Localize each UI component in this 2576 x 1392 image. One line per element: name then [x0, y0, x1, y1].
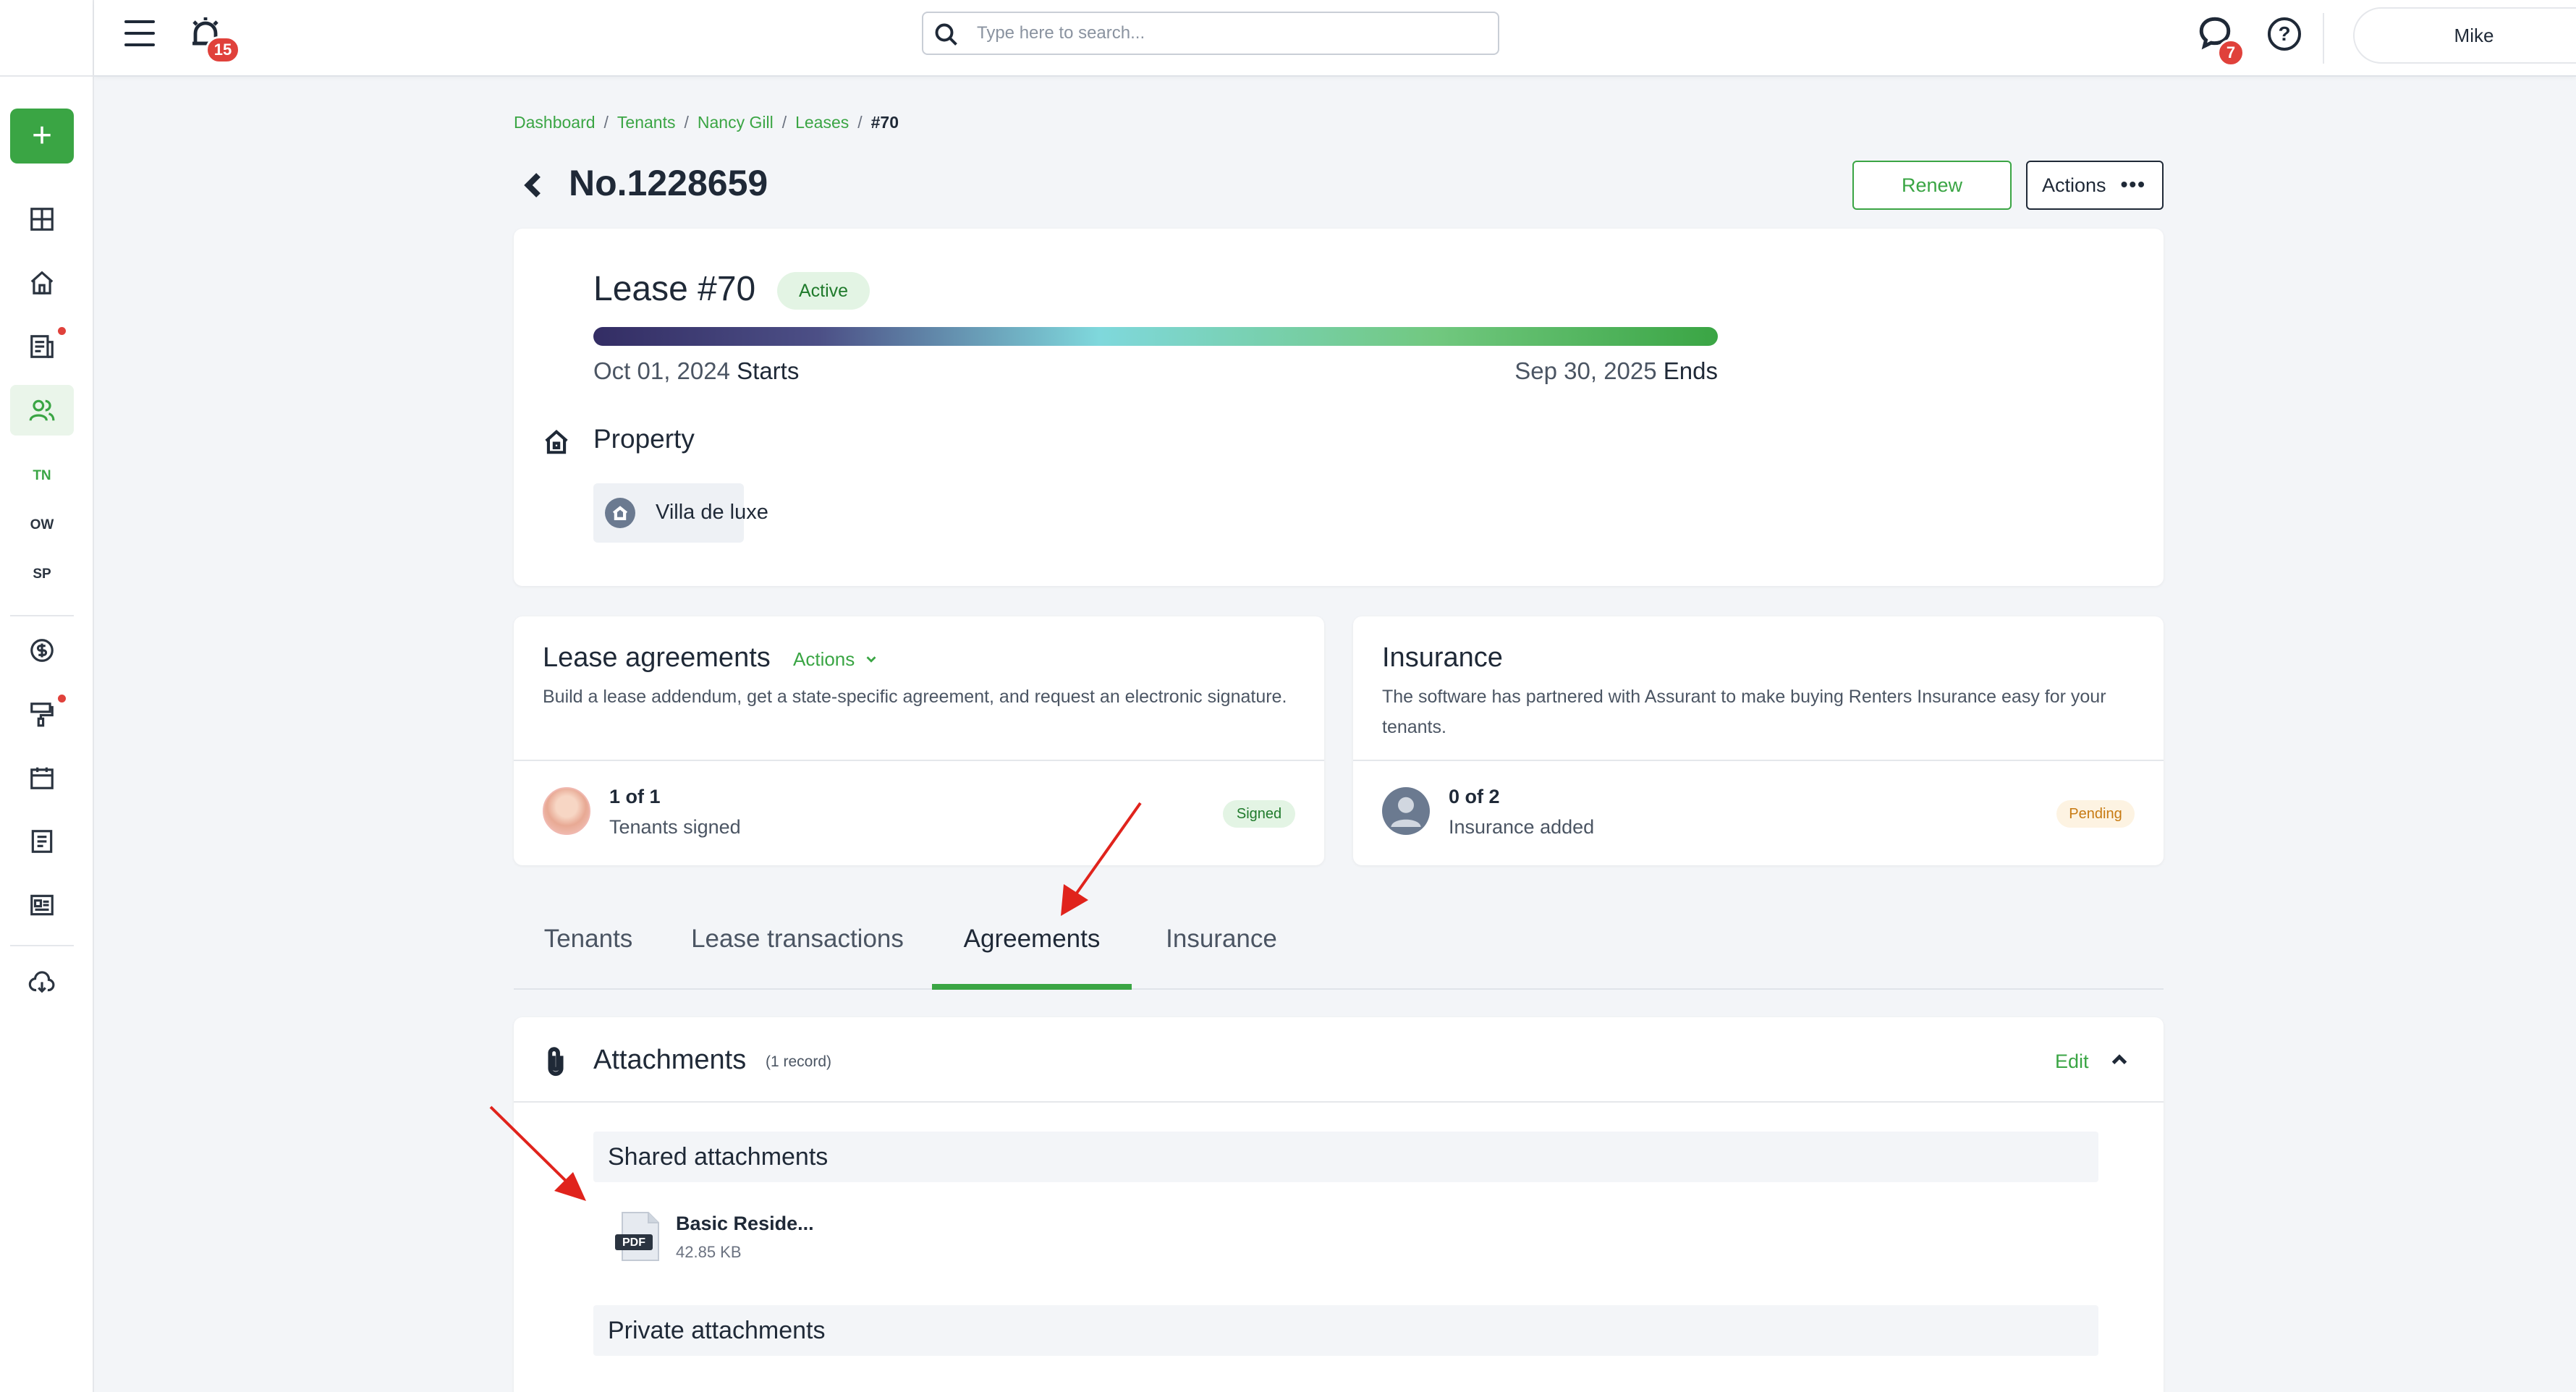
help-icon[interactable]: ?: [2268, 17, 2301, 51]
end-date-value: Sep 30, 2025: [1514, 357, 1657, 384]
tab-tenants[interactable]: Tenants: [543, 904, 634, 988]
renew-button[interactable]: Renew: [1852, 161, 2012, 210]
pdf-file-icon[interactable]: PDF: [615, 1211, 663, 1262]
lease-end-date: Sep 30, 2025 Ends: [1501, 357, 1718, 385]
card-divider: [514, 1101, 2164, 1103]
user-name: Mike: [2454, 25, 2494, 46]
search-box[interactable]: [922, 12, 1499, 55]
actions-label: Actions: [2042, 174, 2106, 196]
lease-title: Lease #70: [593, 270, 756, 308]
breadcrumb: Dashboard / Tenants / Nancy Gill / Leases / #70: [514, 113, 899, 132]
back-arrow-icon[interactable]: [522, 165, 544, 205]
user-placeholder-icon: [1382, 787, 1430, 835]
accounting-icon[interactable]: [10, 625, 74, 676]
reports-icon[interactable]: [10, 816, 74, 867]
messages-icon[interactable]: 7: [2197, 14, 2245, 67]
tab-agreements[interactable]: Agreements: [932, 904, 1132, 990]
status-badge: Signed: [1223, 800, 1295, 828]
add-button[interactable]: +: [10, 109, 74, 164]
calendar-icon[interactable]: [10, 752, 74, 803]
topbar-divider: [2323, 13, 2324, 64]
notifications-badge: 15: [206, 36, 240, 64]
private-attachments-title: Private attachments: [608, 1317, 826, 1344]
status-badge: Active: [777, 272, 870, 310]
alarm-icon[interactable]: 15: [188, 14, 240, 64]
maintenance-icon[interactable]: [10, 689, 74, 739]
file-size: 42.85 KB: [676, 1243, 742, 1261]
card-divider: [1353, 760, 2164, 761]
agreements-actions-label: Actions: [793, 648, 855, 670]
card-title: Lease agreements: [543, 642, 771, 673]
private-attachments-header: Private attachments: [593, 1305, 2098, 1356]
property-chip[interactable]: Villa de luxe: [593, 483, 768, 543]
property-icon: [605, 498, 635, 528]
tab-lease-transactions[interactable]: Lease transactions: [689, 904, 906, 988]
property-name: Villa de luxe: [656, 501, 768, 524]
user-menu[interactable]: Mike: [2353, 7, 2576, 64]
signed-count: 1 of 1: [609, 786, 661, 807]
edit-button[interactable]: Edit: [2055, 1051, 2089, 1073]
insurance-card: Insurance The software has partnered wit…: [1353, 616, 2164, 865]
tenant-avatar: [543, 787, 590, 835]
attachments-card: Attachments (1 record) Edit Shared attac…: [514, 1017, 2164, 1392]
lease-start-date: Oct 01, 2024 Starts: [593, 357, 799, 385]
people-icon[interactable]: [10, 385, 74, 436]
agreements-actions-dropdown[interactable]: Actions: [793, 648, 879, 671]
menu-icon[interactable]: [124, 20, 158, 49]
properties-icon[interactable]: [10, 258, 74, 308]
download-icon[interactable]: [10, 958, 74, 1009]
lease-agreements-card: Lease agreements Actions Build a lease a…: [514, 616, 1324, 865]
breadcrumb-current: #70: [870, 113, 899, 132]
page-title: No.1228659: [569, 163, 768, 203]
home-icon: [543, 428, 572, 457]
end-date-label: Ends: [1663, 357, 1718, 384]
start-date-label: Starts: [737, 357, 800, 384]
lease-summary-card: Lease #70 Active Oct 01, 2024 Starts Sep…: [514, 229, 2164, 586]
shared-attachments-header: Shared attachments: [593, 1132, 2098, 1182]
chevron-up-icon[interactable]: [2107, 1048, 2132, 1072]
breadcrumb-tenant-name[interactable]: Nancy Gill: [698, 113, 774, 132]
tab-insurance[interactable]: Insurance: [1158, 904, 1285, 988]
sidebar-divider: [10, 945, 74, 946]
insurance-count: 0 of 2: [1449, 786, 1500, 807]
property-heading: Property: [593, 424, 695, 454]
notification-dot: [58, 327, 66, 335]
search-icon: [935, 23, 957, 46]
breadcrumb-tenants[interactable]: Tenants: [617, 113, 676, 132]
card-description: Build a lease addendum, get a state-spec…: [543, 687, 1287, 707]
lease-tabs: Tenants Lease transactions Agreements In…: [514, 904, 2164, 990]
insurance-label: Insurance added: [1449, 816, 1595, 838]
card-description: The software has partnered with Assurant…: [1382, 687, 2106, 737]
sidebar: + TN OW SP: [0, 0, 94, 1392]
paperclip-icon: [543, 1045, 572, 1081]
sidebar-divider: [10, 615, 74, 616]
file-name[interactable]: Basic Reside...: [676, 1213, 814, 1235]
people-sub-owners[interactable]: OW: [10, 505, 74, 546]
messages-badge: 7: [2217, 39, 2245, 67]
listings-icon[interactable]: [10, 321, 74, 372]
more-icon: •••: [2120, 173, 2146, 195]
people-sub-service-pros[interactable]: SP: [10, 554, 74, 595]
file-type-label: PDF: [622, 1236, 645, 1249]
attachments-title: Attachments: [593, 1045, 747, 1075]
chevron-down-icon: [866, 656, 876, 663]
card-divider: [514, 760, 1324, 761]
lease-progress-bar: [593, 327, 1718, 346]
status-badge: Pending: [2056, 800, 2135, 828]
actions-button[interactable]: Actions •••: [2026, 161, 2164, 210]
news-icon[interactable]: [10, 880, 74, 930]
people-sub-tenants[interactable]: TN: [10, 456, 74, 496]
breadcrumb-leases[interactable]: Leases: [795, 113, 849, 132]
attachments-count: (1 record): [766, 1053, 832, 1070]
top-bar: 15 7 ? Mike: [94, 0, 2576, 77]
dashboard-icon[interactable]: [10, 194, 74, 245]
start-date-value: Oct 01, 2024: [593, 357, 730, 384]
notification-dot: [58, 695, 66, 703]
breadcrumb-dashboard[interactable]: Dashboard: [514, 113, 596, 132]
search-input[interactable]: [977, 19, 1483, 48]
card-title: Insurance: [1382, 642, 1503, 673]
shared-attachments-title: Shared attachments: [608, 1143, 829, 1171]
sidebar-logo-area: [0, 0, 93, 77]
signed-label: Tenants signed: [609, 816, 741, 838]
